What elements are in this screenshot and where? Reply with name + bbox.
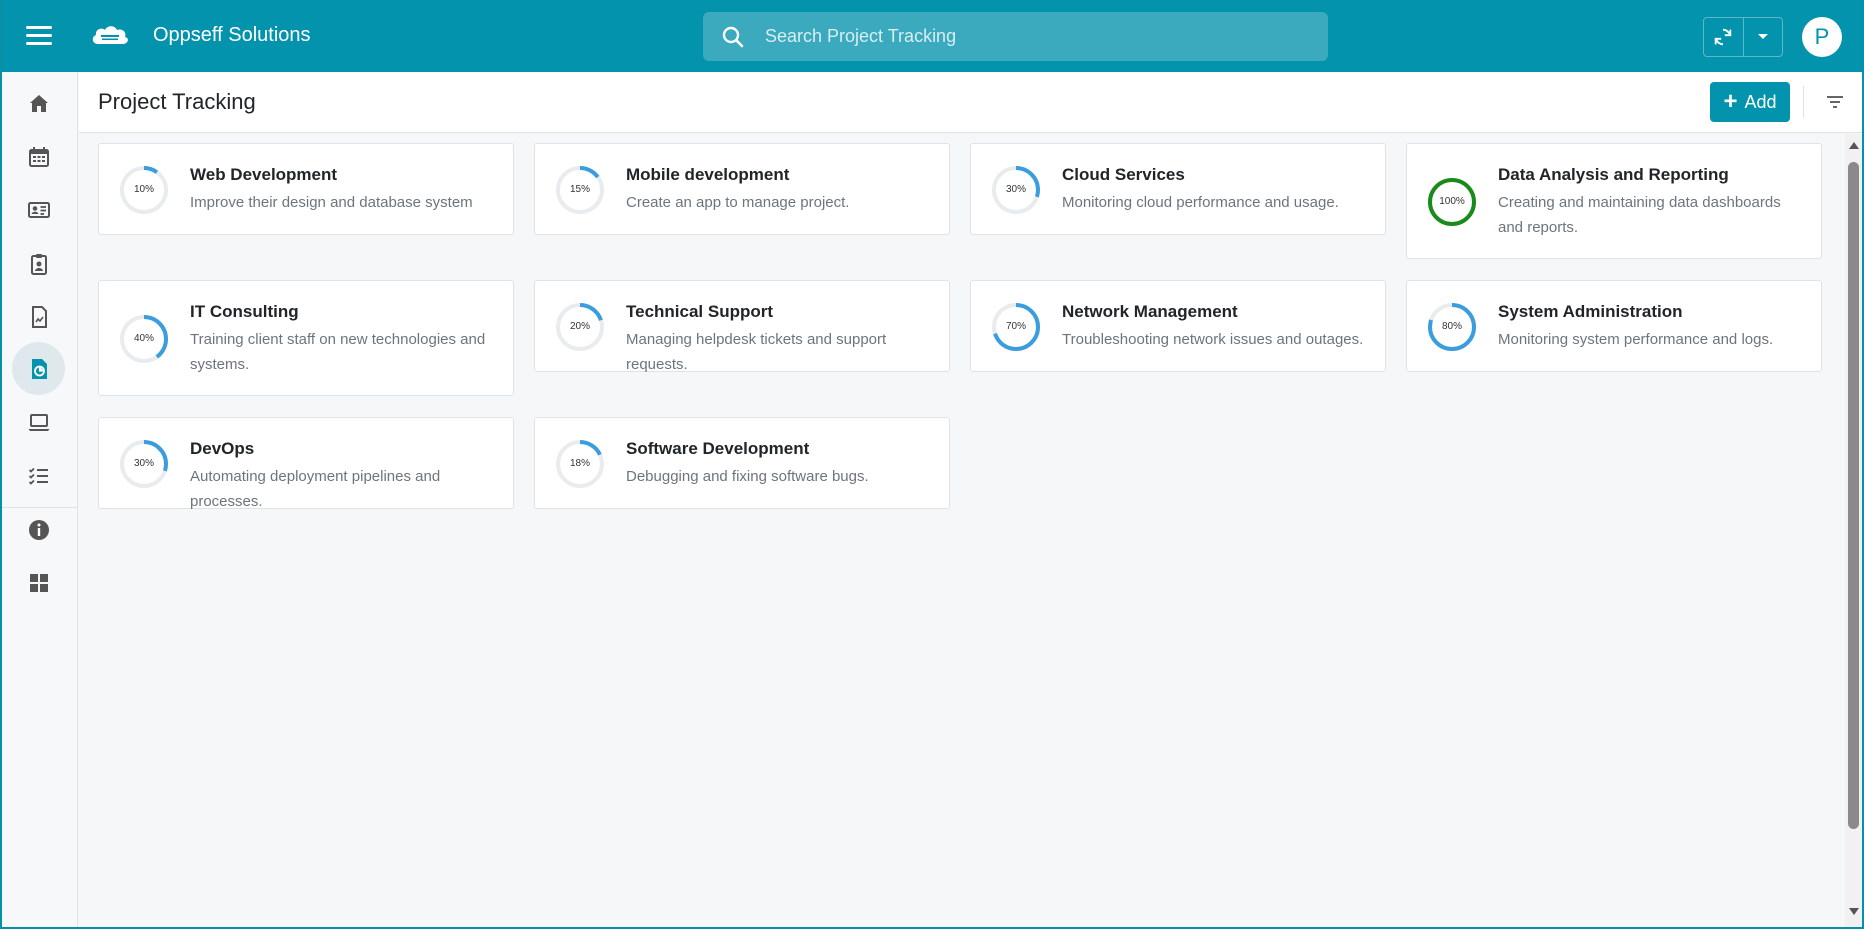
sidebar-item-calendar[interactable] [12,130,65,183]
laptop-icon [28,413,49,431]
project-description: Create an app to manage project. [626,194,850,211]
sync-icon [1715,28,1732,46]
info-icon [28,519,49,540]
project-card[interactable]: 10% Web Development Improve their design a… [98,143,514,235]
project-card[interactable]: 15% Mobile development Create an app to ma… [534,143,950,235]
project-title: Software Development [626,439,810,458]
top-bar: Oppseff Solutions P [0,0,1864,72]
header-divider [1803,86,1804,118]
project-card[interactable]: 100% Data Analysis and Reporting Creating … [1406,143,1822,259]
app-name: Oppseff Solutions [153,24,311,46]
project-description: Training client staff on new technologie… [190,331,486,373]
progress-label: 30% [133,458,154,469]
project-description: Creating and maintaining data dashboards… [1498,194,1781,236]
project-card[interactable]: 80% System Administration Monitoring syste… [1406,280,1822,372]
sidebar-item-task-list[interactable] [12,449,65,502]
progress-label: 18% [569,458,590,469]
sync-button-group [1703,17,1783,57]
add-button-label: Add [1744,91,1777,112]
project-title: Mobile development [626,165,790,184]
progress-label: 80% [1441,321,1462,332]
progress-label: 15% [569,184,590,195]
project-description: Automating deployment pipelines and proc… [190,468,441,510]
project-title: Web Development [190,165,338,184]
dashboard-grid-icon [29,573,48,592]
project-description: Managing helpdesk tickets and support re… [626,331,887,373]
project-description: Monitoring system performance and logs. [1498,331,1774,348]
scroll-down-arrow[interactable] [1849,908,1859,915]
project-description: Monitoring cloud performance and usage. [1062,194,1339,211]
progress-label: 70% [1005,321,1026,332]
contact-card-icon [27,201,50,218]
project-description: Debugging and fixing software bugs. [626,468,869,485]
sync-dropdown-button[interactable] [1744,18,1783,56]
project-report-icon [31,358,47,379]
progress-label: 30% [1005,184,1026,195]
project-card[interactable]: 20% Technical Support Managing helpdesk ti… [534,280,950,373]
project-card[interactable]: 30% Cloud Services Monitoring cloud perfor… [970,143,1386,235]
project-title: Network Management [1062,302,1238,321]
project-title: Cloud Services [1062,165,1185,184]
project-title: DevOps [190,439,255,458]
progress-label: 40% [133,333,154,344]
project-card[interactable]: 30% DevOps Automating deployment pipelines… [98,417,514,510]
progress-label: 10% [133,184,154,195]
caret-down-icon [1757,34,1768,39]
sidebar-item-project-report[interactable] [12,342,65,395]
project-description: Troubleshooting network issues and outag… [1062,331,1364,348]
task-list-icon [28,467,48,485]
search-bar[interactable] [703,12,1328,61]
project-title: Data Analysis and Reporting [1498,165,1729,184]
progress-label: 20% [569,321,590,332]
sidebar-item-report-chart[interactable] [12,290,65,343]
cloud-logo-icon [90,22,130,50]
project-grid: 10% Web Development Improve their design a… [79,134,1845,929]
sidebar-item-laptop[interactable] [12,396,65,449]
sidebar-item-clipboard-user[interactable] [12,237,65,290]
project-description: Improve their design and database system [190,194,473,211]
scrollbar[interactable] [1845,134,1862,929]
sidebar-item-dashboard-grid[interactable] [12,556,65,609]
project-card[interactable]: 70% Network Management Troubleshooting net… [970,280,1386,372]
page-title: Project Tracking [98,89,256,114]
sidebar [0,72,78,929]
add-button[interactable]: + Add [1710,82,1790,122]
clipboard-user-icon [30,253,47,275]
report-chart-icon [31,305,47,328]
project-title: System Administration [1498,302,1683,321]
scroll-thumb[interactable] [1848,162,1859,829]
sidebar-item-info[interactable] [12,503,65,556]
search-icon [722,26,744,48]
filter-icon[interactable] [1823,90,1847,114]
page-header: Project Tracking + Add [79,72,1864,133]
search-input[interactable] [765,12,1305,61]
progress-label: 100% [1439,196,1465,207]
project-card[interactable]: 18% Software Development Debugging and fix… [534,417,950,509]
user-avatar[interactable]: P [1802,17,1842,57]
project-card[interactable]: 40% IT Consulting Training client staff on… [98,280,514,396]
calendar-icon [28,146,49,167]
project-title: IT Consulting [190,302,299,321]
sidebar-item-home[interactable] [12,77,65,130]
project-title: Technical Support [626,302,774,321]
plus-icon: + [1723,88,1738,115]
scroll-up-arrow[interactable] [1849,142,1859,149]
sync-button[interactable] [1704,18,1744,56]
menu-icon[interactable] [26,26,52,46]
home-icon [29,94,48,112]
sidebar-item-contact-card[interactable] [12,183,65,236]
